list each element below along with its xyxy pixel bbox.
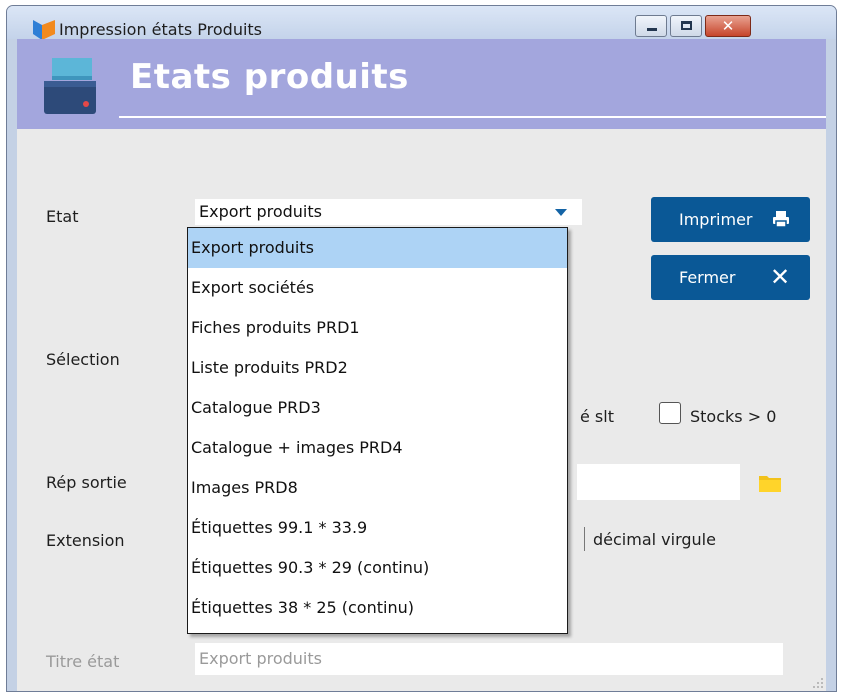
etat-select-value: Export produits — [199, 202, 322, 221]
stocks-label: Stocks > 0 — [690, 407, 777, 426]
dropdown-item-liste-produits[interactable]: Liste produits PRD2 — [188, 348, 567, 388]
header-divider — [119, 116, 826, 118]
close-button-label: Fermer — [679, 268, 736, 287]
printer-icon — [44, 58, 96, 114]
dropdown-item-export-societes[interactable]: Export sociétés — [188, 268, 567, 308]
dropdown-item-catalogue-images[interactable]: Catalogue + images PRD4 — [188, 428, 567, 468]
titre-input-value: Export produits — [199, 649, 322, 668]
extension-label: Extension — [46, 531, 125, 550]
dropdown-item-export-produits[interactable]: Export produits — [188, 228, 567, 268]
dropdown-item-images[interactable]: Images PRD8 — [188, 468, 567, 508]
dropdown-item-fiches-produits[interactable]: Fiches produits PRD1 — [188, 308, 567, 348]
decimal-checkbox[interactable] — [580, 527, 585, 551]
dropdown-item-etiquettes-99[interactable]: Étiquettes 99.1 * 33.9 — [188, 508, 567, 548]
dropdown-item-catalogue[interactable]: Catalogue PRD3 — [188, 388, 567, 428]
minimize-icon — [647, 28, 657, 31]
selection-label: Sélection — [46, 350, 120, 369]
rep-sortie-label: Rép sortie — [46, 473, 127, 492]
window-title: Impression états Produits — [59, 20, 263, 39]
etat-label: Etat — [46, 207, 79, 226]
stock-option-partial-label: é slt — [580, 407, 614, 426]
maximize-button[interactable] — [670, 15, 702, 37]
close-button[interactable]: Fermer ✕ — [651, 255, 810, 300]
print-button-label: Imprimer — [679, 210, 753, 229]
resize-grip-icon[interactable] — [810, 675, 824, 689]
chevron-down-icon[interactable] — [555, 209, 567, 216]
print-button[interactable]: Imprimer — [651, 197, 810, 242]
folder-icon[interactable] — [759, 474, 781, 492]
window-close-button[interactable]: ✕ — [705, 15, 751, 37]
maximize-icon — [681, 21, 692, 30]
dropdown-item-etiquettes-90[interactable]: Étiquettes 90.3 * 29 (continu) — [188, 548, 567, 588]
decimal-label: décimal virgule — [593, 530, 716, 549]
page-title: Etats produits — [130, 57, 409, 97]
dropdown-item-etiquettes-38[interactable]: Étiquettes 38 * 25 (continu) — [188, 588, 567, 628]
stocks-checkbox[interactable] — [659, 402, 681, 424]
close-icon: ✕ — [770, 263, 791, 291]
titre-label: Titre état — [46, 652, 120, 671]
etat-select[interactable]: Export produits — [195, 199, 582, 225]
output-dir-input[interactable] — [577, 464, 740, 500]
printer-icon — [773, 211, 789, 228]
etat-dropdown-list[interactable]: Export produits Export sociétés Fiches p… — [187, 227, 568, 634]
page-header: Etats produits — [17, 39, 826, 129]
titre-input[interactable]: Export produits — [195, 643, 783, 675]
app-logo-icon — [33, 20, 55, 40]
title-bar[interactable]: Impression états Produits ✕ — [7, 6, 836, 40]
minimize-button[interactable] — [635, 15, 667, 37]
close-icon: ✕ — [721, 17, 735, 35]
